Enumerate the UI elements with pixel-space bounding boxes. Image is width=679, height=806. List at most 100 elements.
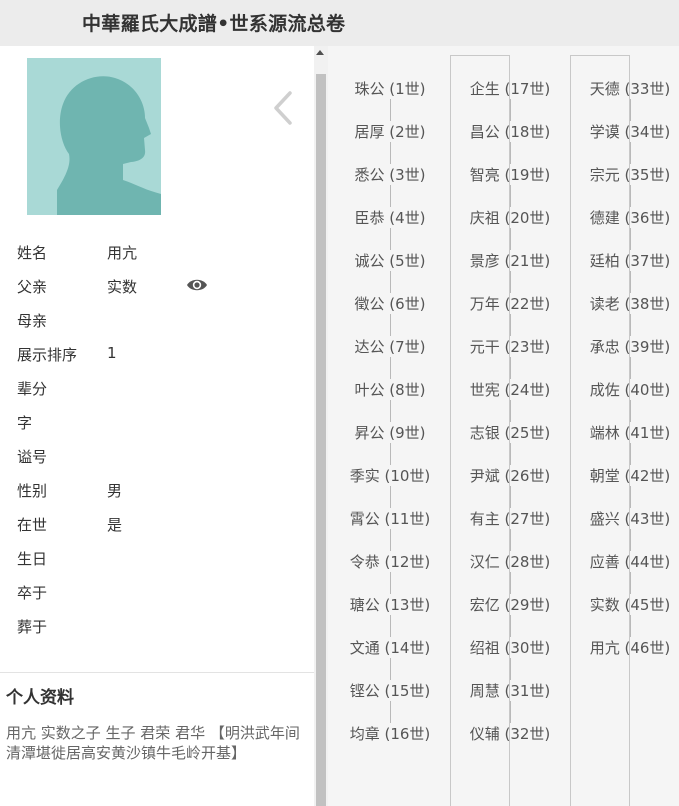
- generation-item[interactable]: 臣恭 (4世): [345, 208, 435, 228]
- field-label: 辈分: [17, 380, 48, 398]
- generation-item[interactable]: 朝堂 (42世): [585, 466, 675, 486]
- connector-line: [390, 572, 391, 594]
- connector-line: [630, 142, 631, 164]
- field-label: 姓名: [17, 244, 48, 262]
- connector-line: [510, 400, 511, 422]
- generation-item[interactable]: 宗元 (35世): [585, 165, 675, 185]
- connector-line: [630, 615, 631, 637]
- eye-icon[interactable]: [186, 277, 208, 293]
- connector-line: [390, 658, 391, 680]
- generation-item[interactable]: 瑭公 (13世): [345, 595, 435, 615]
- profile-text: 用亢 实数之子 生子 君荣 君华 【明洪武年间清潭堪徙居高安黄沙镇牛毛岭开基】: [6, 724, 300, 762]
- connector-line: [390, 400, 391, 422]
- generation-item[interactable]: 端林 (41世): [585, 423, 675, 443]
- generation-item[interactable]: 志银 (25世): [465, 423, 555, 443]
- generation-item[interactable]: 学谟 (34世): [585, 122, 675, 142]
- generation-item[interactable]: 廷柏 (37世): [585, 251, 675, 271]
- field-value: 1: [107, 344, 117, 362]
- scrollbar-thumb[interactable]: [316, 74, 326, 806]
- generation-item[interactable]: 元干 (23世): [465, 337, 555, 357]
- section-divider: [0, 672, 314, 673]
- person-detail-panel: 姓名 用亢 父亲 实数 母亲 展示排序 1 辈分字谥号 性别 男在世 是生日 卒于 葬于 个人资料 用亢…: [0, 46, 314, 806]
- generation-item[interactable]: 有主 (27世): [465, 509, 555, 529]
- generation-item[interactable]: 承忠 (39世): [585, 337, 675, 357]
- field-value: 男: [107, 482, 123, 500]
- generation-item[interactable]: 徵公 (6世): [345, 294, 435, 314]
- field-value: 是: [107, 516, 123, 534]
- connector-line: [390, 486, 391, 508]
- connector-line: [510, 314, 511, 336]
- generation-item[interactable]: 企生 (17世): [465, 79, 555, 99]
- connector-line: [630, 271, 631, 293]
- generation-item[interactable]: 周慧 (31世): [465, 681, 555, 701]
- generation-item[interactable]: 铿公 (15世): [345, 681, 435, 701]
- generation-item[interactable]: 绍祖 (30世): [465, 638, 555, 658]
- generation-item[interactable]: 居厚 (2世): [345, 122, 435, 142]
- connector-line: [510, 357, 511, 379]
- connector-line: [510, 486, 511, 508]
- generation-item[interactable]: 万年 (22世): [465, 294, 555, 314]
- generation-item[interactable]: 珠公 (1世): [345, 79, 435, 99]
- connector-line: [630, 443, 631, 465]
- generation-item[interactable]: 霄公 (11世): [345, 509, 435, 529]
- connector-line: [390, 185, 391, 207]
- generation-item[interactable]: 季实 (10世): [345, 466, 435, 486]
- generation-item[interactable]: 汉仁 (28世): [465, 552, 555, 572]
- generation-item[interactable]: 用亢 (46世): [585, 638, 675, 658]
- connector-line: [510, 228, 511, 250]
- connector-line: [510, 658, 511, 680]
- page-title: 中華羅氏大成譜•世系源流总卷: [82, 13, 346, 35]
- generation-item[interactable]: 令恭 (12世): [345, 552, 435, 572]
- generation-item[interactable]: 均章 (16世): [345, 724, 435, 744]
- connector-line: [390, 228, 391, 250]
- chevron-left-icon[interactable]: [270, 90, 296, 126]
- generation-item[interactable]: 宏亿 (29世): [465, 595, 555, 615]
- connector-line: [390, 99, 391, 121]
- connector-line: [630, 228, 631, 250]
- generation-item[interactable]: 仪辅 (32世): [465, 724, 555, 744]
- generation-item[interactable]: 盛兴 (43世): [585, 509, 675, 529]
- field-label: 葬于: [17, 618, 48, 636]
- generation-item[interactable]: 天德 (33世): [585, 79, 675, 99]
- generation-item[interactable]: 德建 (36世): [585, 208, 675, 228]
- generation-item[interactable]: 达公 (7世): [345, 337, 435, 357]
- field-label: 字: [17, 414, 33, 432]
- generation-item[interactable]: 成佐 (40世): [585, 380, 675, 400]
- connector-line: [390, 529, 391, 551]
- scrollbar[interactable]: [314, 46, 328, 806]
- field-value: 用亢: [107, 244, 138, 262]
- connector-line: [390, 142, 391, 164]
- profile-heading: 个人资料: [6, 688, 74, 708]
- scroll-up-arrow-icon[interactable]: [316, 50, 324, 55]
- generation-item[interactable]: 实数 (45世): [585, 595, 675, 615]
- connector-line: [630, 185, 631, 207]
- connector-line: [510, 185, 511, 207]
- field-label: 父亲: [17, 278, 48, 296]
- connector-line: [630, 357, 631, 379]
- connector-line: [630, 99, 631, 121]
- generation-item[interactable]: 庆祖 (20世): [465, 208, 555, 228]
- connector-line: [510, 142, 511, 164]
- generation-item[interactable]: 应善 (44世): [585, 552, 675, 572]
- field-label: 性别: [17, 482, 48, 500]
- generation-item[interactable]: 叶公 (8世): [345, 380, 435, 400]
- generation-item[interactable]: 世宪 (24世): [465, 380, 555, 400]
- generation-item[interactable]: 悉公 (3世): [345, 165, 435, 185]
- generation-item[interactable]: 昇公 (9世): [345, 423, 435, 443]
- generation-item[interactable]: 智亮 (19世): [465, 165, 555, 185]
- generation-item[interactable]: 诚公 (5世): [345, 251, 435, 271]
- connector-line: [630, 314, 631, 336]
- connector-line: [510, 271, 511, 293]
- connector-line: [630, 529, 631, 551]
- generation-item[interactable]: 昌公 (18世): [465, 122, 555, 142]
- generation-item[interactable]: 文通 (14世): [345, 638, 435, 658]
- generation-item[interactable]: 读老 (38世): [585, 294, 675, 314]
- generation-item[interactable]: 尹斌 (26世): [465, 466, 555, 486]
- field-label: 在世: [17, 516, 48, 534]
- field-label: 谥号: [17, 448, 48, 466]
- lineage-panel: 珠公 (1世) 居厚 (2世) 悉公 (3世) 臣恭 (4世) 诚公 (5世) 徵公 (6…: [328, 46, 679, 806]
- connector-line: [510, 615, 511, 637]
- generation-item[interactable]: 景彦 (21世): [465, 251, 555, 271]
- field-label: 母亲: [17, 312, 48, 330]
- connector-line: [630, 486, 631, 508]
